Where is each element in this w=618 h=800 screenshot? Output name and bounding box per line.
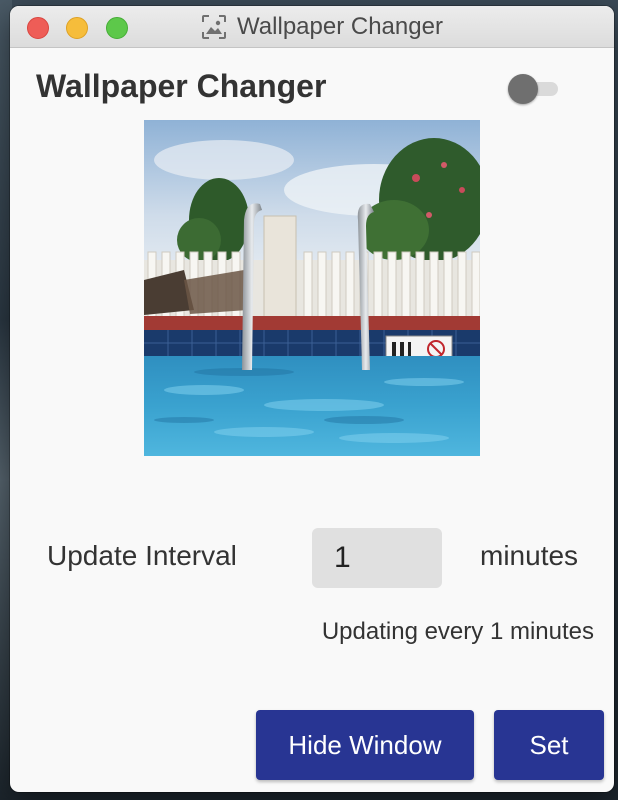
app-heading: Wallpaper Changer <box>36 68 327 104</box>
update-status-text: Updating every 1 minutes <box>321 618 594 645</box>
window-title-group: Wallpaper Changer <box>10 6 614 48</box>
update-interval-input[interactable] <box>312 528 442 588</box>
minutes-unit-label: minutes <box>480 540 579 571</box>
hide-window-button[interactable]: Hide Window <box>256 710 474 780</box>
wallpaper-preview-image <box>144 120 480 456</box>
window-title: Wallpaper Changer <box>237 13 443 40</box>
app-window: Wallpaper Changer Wallpaper Changer Upda… <box>10 6 614 792</box>
image-frame-icon <box>201 14 227 40</box>
title-bar[interactable]: Wallpaper Changer <box>10 6 614 48</box>
toggle-knob[interactable] <box>508 74 538 104</box>
update-interval-label: Update Interval <box>47 540 237 571</box>
enable-toggle[interactable] <box>508 72 560 104</box>
set-button[interactable]: Set <box>494 710 604 780</box>
main-content: Wallpaper Changer Update Interval 1 minu… <box>10 48 614 792</box>
